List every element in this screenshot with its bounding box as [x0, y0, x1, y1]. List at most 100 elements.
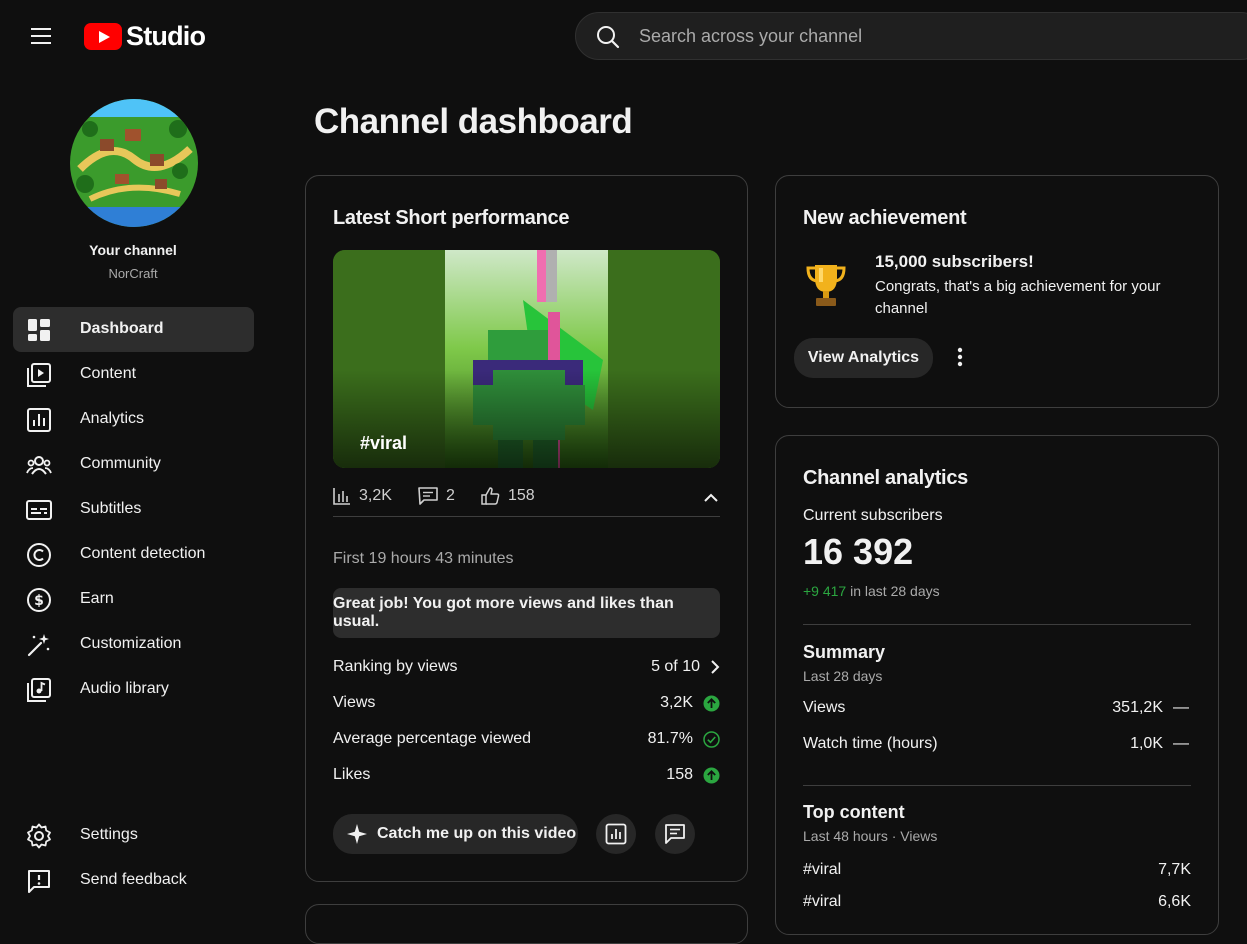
ranking-row[interactable]: Ranking by views 5 of 10: [333, 658, 720, 682]
chevron-right-icon[interactable]: [710, 659, 720, 675]
card-title: Channel analytics: [803, 467, 968, 489]
view-analytics-label: View Analytics: [807, 349, 920, 366]
card-title: New achievement: [803, 207, 967, 229]
sidebar-item-label: Earn: [80, 590, 114, 607]
row-label: #viral: [803, 861, 842, 878]
feedback-icon: [28, 870, 50, 893]
studio-logo[interactable]: Studio: [84, 21, 206, 52]
trophy-icon: [806, 265, 846, 306]
sidebar-item-label: Dashboard: [80, 320, 164, 337]
community-icon: [26, 456, 52, 475]
view-analytics-button[interactable]: View Analytics: [794, 338, 933, 378]
search-icon[interactable]: [596, 25, 620, 49]
magic-wand-icon: [27, 634, 50, 657]
analytics-icon: [27, 408, 51, 432]
trend-dash: —: [1173, 699, 1189, 716]
row-value: 5 of 10: [651, 658, 700, 675]
row-value: 1,0K: [1130, 735, 1163, 752]
summary-watchtime-row: Watch time (hours) 1,0K —: [803, 735, 1191, 759]
next-card: [305, 904, 748, 944]
audio-library-icon: [27, 678, 51, 702]
sidebar-item-community[interactable]: Community: [13, 442, 254, 487]
sidebar-item-subtitles[interactable]: Subtitles: [13, 487, 254, 532]
subtitles-icon: [26, 500, 52, 520]
menu-icon[interactable]: [31, 28, 51, 44]
card-title: Latest Short performance: [333, 207, 570, 229]
search-bar[interactable]: [575, 12, 1247, 60]
summary-period: Last 28 days: [803, 668, 883, 684]
subscribers-value: 16 392: [803, 531, 914, 572]
sidebar-item-content[interactable]: Content: [13, 352, 254, 397]
sidebar: Your channel NorCraft Dashboard Content …: [0, 72, 266, 910]
sidebar-item-label: Content detection: [80, 545, 206, 562]
top-content-period: Last 48 hours · Views: [803, 828, 938, 844]
sidebar-item-customization[interactable]: Customization: [13, 622, 254, 667]
analytics-icon: [605, 823, 627, 845]
performance-callout: Great job! You got more views and likes …: [333, 588, 720, 638]
achievement-headline: 15,000 subscribers!: [875, 252, 1034, 271]
views-row: Views 3,2K: [333, 694, 720, 718]
likes-stat: 158: [481, 487, 535, 505]
sidebar-item-label: Audio library: [80, 680, 169, 697]
page-title: Channel dashboard: [314, 102, 633, 141]
channel-name: NorCraft: [108, 266, 158, 281]
row-label: Average percentage viewed: [333, 730, 532, 747]
chevron-up-icon[interactable]: [704, 493, 718, 502]
sidebar-item-label: Settings: [80, 826, 138, 843]
copyright-icon: [27, 543, 51, 567]
achievement-body: Congrats, that's a big achievement for y…: [875, 278, 1161, 317]
dollar-icon: $: [27, 588, 51, 612]
catch-me-up-label: Catch me up on this video: [377, 825, 577, 842]
row-value: 3,2K: [660, 694, 693, 711]
logo-text: Studio: [126, 21, 206, 51]
subscribers-delta: +9 417 in last 28 days: [803, 583, 940, 599]
divider: [803, 624, 1191, 625]
delta-suffix: in last 28 days: [846, 583, 940, 599]
likes-count: 158: [508, 487, 535, 504]
more-vert-icon[interactable]: [957, 347, 963, 367]
view-analytics-icon-button[interactable]: [596, 814, 636, 854]
catch-me-up-button[interactable]: Catch me up on this video: [333, 814, 578, 854]
comments-stat: 2: [418, 487, 455, 505]
sidebar-item-content-detection[interactable]: Content detection: [13, 532, 254, 577]
views-count: 3,2K: [359, 487, 392, 504]
row-label: Watch time (hours): [803, 735, 938, 752]
sidebar-item-audio-library[interactable]: Audio library: [13, 667, 254, 712]
subscribers-label: Current subscribers: [803, 507, 943, 524]
gear-icon: [27, 823, 51, 849]
sidebar-item-label: Customization: [80, 635, 182, 652]
latest-short-card: Latest Short performance #viral 3,2K 2 1…: [305, 175, 748, 882]
comment-icon: [665, 824, 685, 844]
achievement-card: New achievement 15,000 subscribers! Cong…: [775, 175, 1219, 408]
comments-count: 2: [446, 487, 455, 504]
row-label: #viral: [803, 893, 842, 910]
delta-value: +9 417: [803, 583, 847, 599]
sidebar-item-dashboard[interactable]: Dashboard: [13, 307, 254, 352]
channel-analytics-card: Channel analytics Current subscribers 16…: [775, 435, 1219, 935]
sidebar-item-analytics[interactable]: Analytics: [13, 397, 254, 442]
sidebar-item-earn[interactable]: $ Earn: [13, 577, 254, 622]
row-value: 7,7K: [1158, 861, 1191, 878]
top-content-row[interactable]: #viral 7,7K: [803, 861, 1191, 885]
sidebar-item-label: Send feedback: [80, 871, 187, 888]
search-input[interactable]: [639, 23, 1199, 49]
sidebar-item-label: Subtitles: [80, 500, 142, 517]
bar-chart-icon: [333, 488, 350, 505]
sidebar-item-settings[interactable]: Settings: [13, 813, 254, 858]
thumbs-up-icon: [481, 487, 500, 505]
row-value: 6,6K: [1158, 893, 1191, 910]
top-content-row[interactable]: #viral 6,6K: [803, 893, 1191, 917]
youtube-play-icon: [84, 23, 122, 50]
dashboard-icon: [28, 319, 50, 341]
row-value: 81.7%: [647, 730, 693, 747]
sidebar-item-label: Analytics: [80, 410, 145, 427]
channel-avatar[interactable]: [70, 99, 198, 227]
row-label: Views: [803, 699, 846, 716]
short-thumbnail[interactable]: #viral: [333, 250, 720, 468]
sidebar-item-send-feedback[interactable]: Send feedback: [13, 858, 254, 903]
view-comments-icon-button[interactable]: [655, 814, 695, 854]
check-circle-icon: [703, 730, 720, 748]
divider: [803, 785, 1191, 786]
arrow-up-green-icon: [703, 695, 720, 711]
row-label: Likes: [333, 766, 371, 783]
